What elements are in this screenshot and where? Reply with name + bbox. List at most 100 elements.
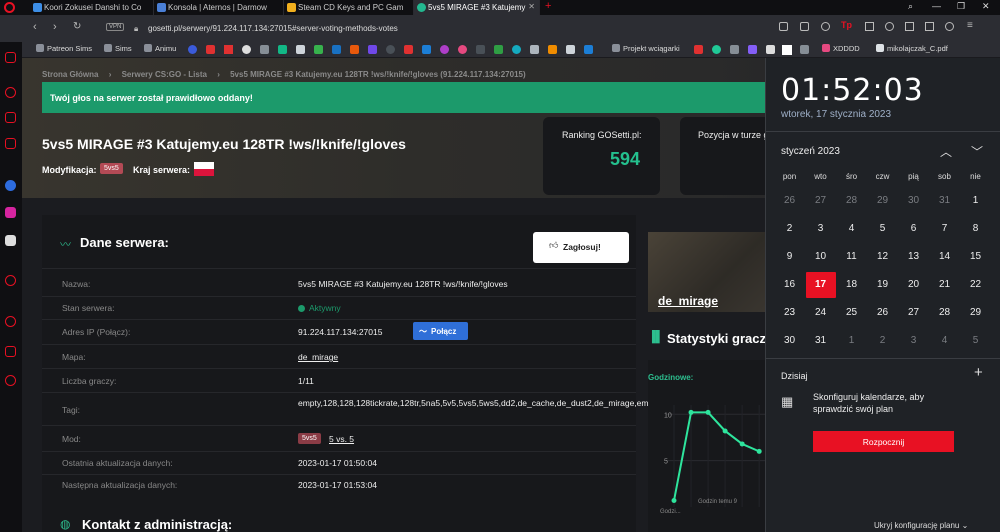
calendar-day[interactable]: 19 bbox=[867, 272, 898, 298]
calendar-day[interactable]: 27 bbox=[898, 300, 929, 326]
breadcrumb-home[interactable]: Strona Główna bbox=[42, 70, 98, 79]
calendar-day[interactable]: 16 bbox=[774, 272, 805, 298]
maximize-icon[interactable]: ❐ bbox=[957, 1, 965, 12]
back-icon[interactable]: ‹ bbox=[33, 21, 37, 33]
close-window-icon[interactable]: ✕ bbox=[982, 1, 990, 12]
calendar-day[interactable]: 28 bbox=[836, 188, 867, 214]
picsart-icon[interactable] bbox=[440, 45, 449, 54]
puzzle-icon[interactable] bbox=[905, 22, 914, 31]
site-icon[interactable] bbox=[712, 45, 721, 54]
bookmark-patreon-sims[interactable]: Patreon Sims bbox=[36, 44, 92, 53]
calendar-day[interactable]: 1 bbox=[960, 188, 991, 214]
profile-icon[interactable] bbox=[945, 22, 954, 31]
site-icon[interactable] bbox=[386, 45, 395, 54]
calendar-day[interactable]: 15 bbox=[960, 244, 991, 270]
site-icon[interactable] bbox=[530, 45, 539, 54]
cube-icon[interactable] bbox=[5, 346, 16, 357]
box-icon[interactable] bbox=[800, 22, 809, 31]
calendar-day[interactable]: 21 bbox=[929, 272, 960, 298]
map-name-link[interactable]: de_mirage bbox=[658, 294, 718, 308]
gamepad-icon[interactable] bbox=[5, 52, 16, 63]
connect-button[interactable]: 〜 Połącz bbox=[413, 322, 468, 340]
site-icon[interactable] bbox=[260, 45, 269, 54]
chevron-up-icon[interactable]: ︿ bbox=[940, 143, 952, 160]
calendar-day[interactable]: 28 bbox=[929, 300, 960, 326]
camera-icon[interactable] bbox=[779, 22, 788, 31]
add-event-icon[interactable]: + bbox=[974, 364, 983, 381]
calendar-day-today[interactable]: 17 bbox=[805, 272, 836, 298]
mod-link[interactable]: 5 vs. 5 bbox=[329, 434, 354, 444]
site-icon[interactable] bbox=[766, 45, 775, 54]
instagram-icon[interactable] bbox=[5, 207, 16, 218]
extension-icon[interactable] bbox=[865, 22, 874, 31]
bookmark-sims[interactable]: Sims bbox=[104, 44, 132, 53]
calendar-day[interactable]: 13 bbox=[898, 244, 929, 270]
calendar-day[interactable]: 18 bbox=[836, 272, 867, 298]
forward-icon[interactable]: › bbox=[53, 21, 57, 33]
site-icon[interactable] bbox=[512, 45, 521, 54]
calendar-day[interactable]: 7 bbox=[929, 216, 960, 242]
close-tab-icon[interactable]: ✕ bbox=[528, 2, 535, 11]
calendar-day[interactable]: 30 bbox=[898, 188, 929, 214]
site-icon[interactable] bbox=[694, 45, 703, 54]
twitch-icon[interactable] bbox=[748, 45, 757, 54]
menu-icon[interactable]: ≡ bbox=[967, 20, 973, 31]
calendar-day[interactable]: 8 bbox=[960, 216, 991, 242]
calendar-day[interactable]: 20 bbox=[898, 272, 929, 298]
start-button[interactable]: Rozpocznij bbox=[813, 431, 954, 452]
calendar-day[interactable]: 23 bbox=[774, 300, 805, 326]
site-icon[interactable] bbox=[800, 45, 809, 54]
url-field[interactable]: gosetti.pl/serwery/91.224.117.134:27015#… bbox=[104, 20, 764, 38]
calendar-day[interactable]: 6 bbox=[898, 216, 929, 242]
lock-icon[interactable]: 🔒︎ bbox=[134, 24, 138, 34]
calendar-day[interactable]: 27 bbox=[805, 188, 836, 214]
calendar-day[interactable]: 26 bbox=[774, 188, 805, 214]
calendar-day[interactable]: 31 bbox=[929, 188, 960, 214]
player-icon[interactable] bbox=[5, 275, 16, 286]
w-icon[interactable] bbox=[782, 45, 792, 55]
calendar-day[interactable]: 1 bbox=[836, 328, 867, 354]
site-icon[interactable] bbox=[458, 45, 467, 54]
tab-2[interactable]: Konsola | Aternos | Darmow bbox=[154, 0, 284, 15]
calendar-day[interactable]: 29 bbox=[867, 188, 898, 214]
heart-icon[interactable] bbox=[821, 22, 830, 31]
shield-icon[interactable] bbox=[885, 22, 894, 31]
bookmark-pdf[interactable]: mikolajczak_C.pdf bbox=[876, 44, 948, 53]
vpn-badge[interactable]: VPN bbox=[106, 23, 125, 31]
calendar-day[interactable]: 25 bbox=[836, 300, 867, 326]
discord-icon[interactable] bbox=[5, 235, 16, 246]
bookmark-animu[interactable]: Animu bbox=[144, 44, 176, 53]
reload-icon[interactable]: ↻ bbox=[73, 21, 81, 32]
tab-3[interactable]: Steam CD Keys and PC Gam bbox=[284, 0, 414, 15]
clock-date[interactable]: wtorek, 17 stycznia 2023 bbox=[781, 109, 891, 120]
map-link[interactable]: de_mirage bbox=[298, 352, 338, 362]
office-icon[interactable] bbox=[350, 45, 359, 54]
disney-icon[interactable] bbox=[242, 45, 251, 54]
calendar-day[interactable]: 3 bbox=[805, 216, 836, 242]
calendar-day[interactable]: 2 bbox=[774, 216, 805, 242]
search-tabs-icon[interactable]: ⌕ bbox=[908, 1, 913, 12]
month-title[interactable]: styczeń 2023 bbox=[781, 146, 840, 157]
speed-dial-icon[interactable] bbox=[5, 87, 16, 98]
bookmark-xdddd[interactable]: XDDDD bbox=[822, 44, 860, 53]
vinted-icon[interactable] bbox=[278, 45, 287, 54]
calendar-day[interactable]: 4 bbox=[836, 216, 867, 242]
calendar-day[interactable]: 5 bbox=[960, 328, 991, 354]
calendar-day[interactable]: 5 bbox=[867, 216, 898, 242]
calendar-day[interactable]: 4 bbox=[929, 328, 960, 354]
history-icon[interactable] bbox=[5, 316, 16, 327]
opera-logo-icon[interactable] bbox=[4, 2, 15, 13]
calendar-day[interactable]: 24 bbox=[805, 300, 836, 326]
site-icon[interactable] bbox=[494, 45, 503, 54]
tp-extension-icon[interactable]: Tp bbox=[841, 20, 852, 30]
site-icon[interactable] bbox=[332, 45, 341, 54]
calendar-day[interactable]: 10 bbox=[805, 244, 836, 270]
calendar-day[interactable]: 2 bbox=[867, 328, 898, 354]
drive-icon[interactable] bbox=[314, 45, 323, 54]
calendar-day[interactable]: 30 bbox=[774, 328, 805, 354]
calendar-day[interactable]: 11 bbox=[836, 244, 867, 270]
calendar-day[interactable]: 26 bbox=[867, 300, 898, 326]
hide-plan-link[interactable]: Ukryj konfigurację planu ⌄ bbox=[874, 521, 968, 530]
calendar-day[interactable]: 12 bbox=[867, 244, 898, 270]
site-icon[interactable] bbox=[476, 45, 485, 54]
